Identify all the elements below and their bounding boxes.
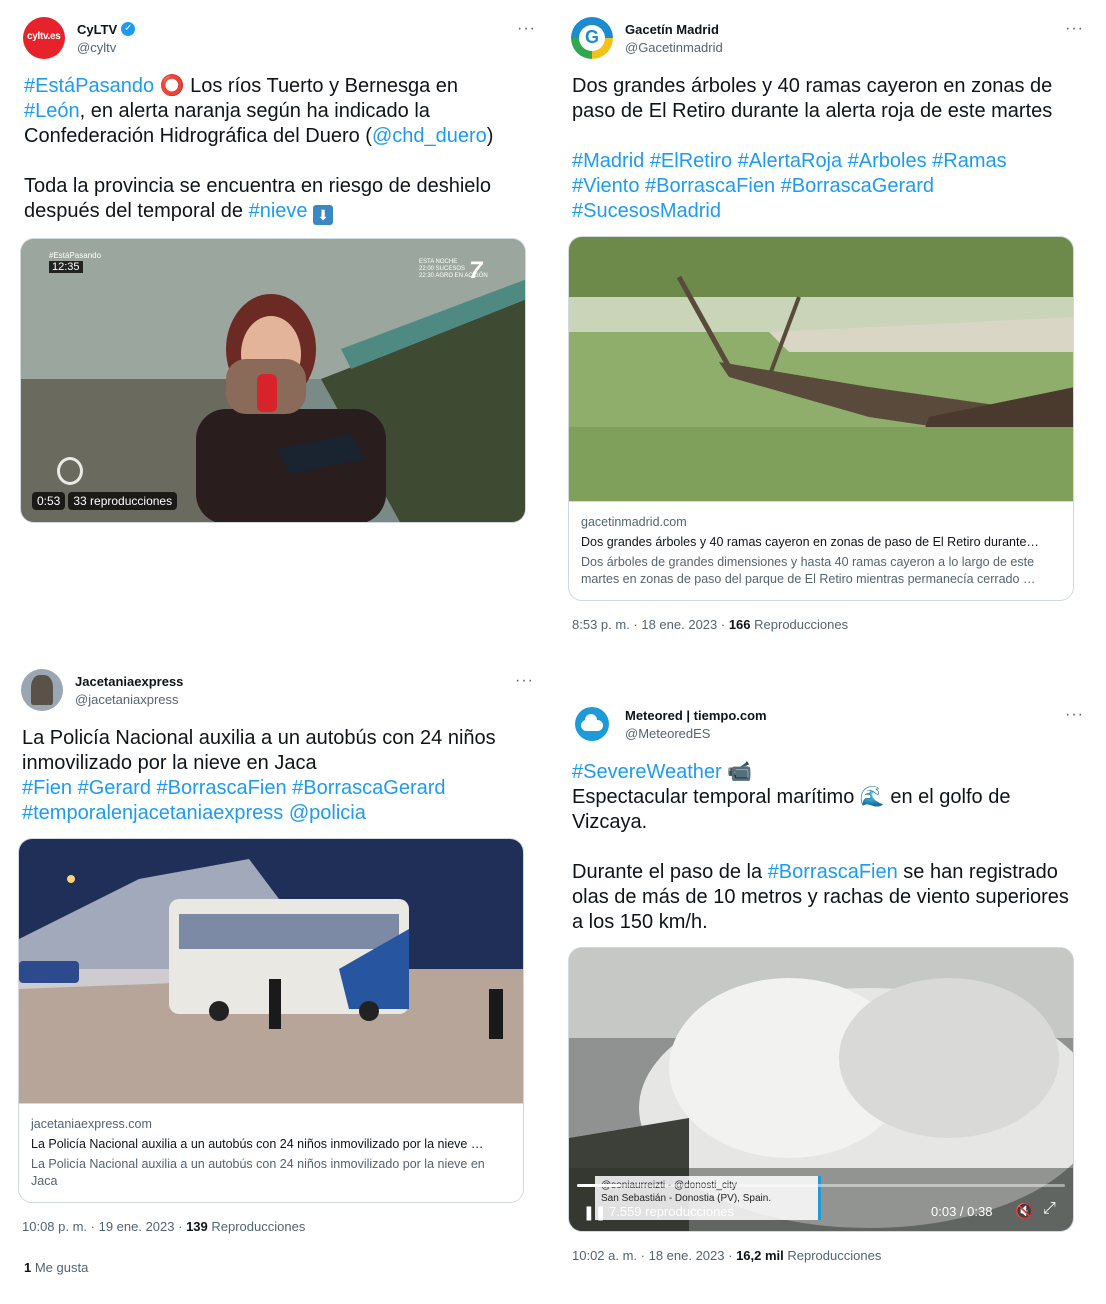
views-label: Reproducciones bbox=[750, 617, 849, 632]
timestamp[interactable]: 8:53 p. m. · 18 ene. 2023 · bbox=[572, 617, 729, 632]
tweet-text: #SevereWeather 📹 Espectacular temporal m… bbox=[568, 760, 1088, 935]
fullscreen-icon[interactable]: ⤢ bbox=[1043, 1200, 1056, 1218]
tweet-text: Dos grandes árboles y 40 ramas cayeron e… bbox=[568, 74, 1088, 224]
tweet-meteored[interactable]: Meteored | tiempo.com @MeteoredES ··· #S… bbox=[568, 700, 1088, 1263]
views-count: 166 bbox=[728, 617, 751, 632]
video-duration: 0:53 bbox=[32, 492, 66, 510]
progress-fill bbox=[577, 1184, 621, 1187]
hashtag-link[interactable]: #Madrid #ElRetiro #AlertaRoja #Arboles #… bbox=[572, 150, 1007, 222]
views-count: 16,2 mil bbox=[736, 1248, 784, 1263]
avatar-logo-text: cyltv.es bbox=[27, 31, 61, 42]
hashtag-link[interactable]: #Fien #Gerard #BorrascaFien #BorrascaGer… bbox=[22, 777, 446, 824]
handle[interactable]: @jacetaniaxpress bbox=[75, 692, 183, 707]
card-image bbox=[569, 237, 1073, 501]
handle[interactable]: @Gacetinmadrid bbox=[625, 40, 723, 55]
tweet-meta: 10:08 p. m. · 19 ene. 2023 · 139 Reprodu… bbox=[18, 1219, 538, 1234]
tweet-meta: 10:02 a. m. · 18 ene. 2023 · 16,2 mil Re… bbox=[568, 1248, 1088, 1263]
video-player[interactable]: #EstáPasando 12:35 ESTA NOCHE 22:00 SUCE… bbox=[20, 238, 526, 523]
display-name[interactable]: Meteored | tiempo.com bbox=[625, 708, 767, 723]
timestamp[interactable]: 10:08 p. m. · 19 ene. 2023 · bbox=[22, 1219, 186, 1234]
hashtag-link[interactable]: #BorrascaFien bbox=[768, 861, 898, 883]
link-card[interactable]: gacetinmadrid.com Dos grandes árboles y … bbox=[568, 236, 1074, 601]
video-views: 7.559 reproducciones bbox=[609, 1204, 735, 1219]
avatar-gacetin[interactable]: G bbox=[571, 17, 613, 59]
mute-icon[interactable]: 🔇 bbox=[1015, 1202, 1034, 1220]
current-time: 0:03 bbox=[931, 1204, 957, 1219]
card-description: La Policía Nacional auxilia a un autobús… bbox=[31, 1157, 485, 1188]
display-name[interactable]: Gacetín Madrid bbox=[625, 22, 719, 37]
tweet-text-segment: La Policía Nacional auxilia a un autobús… bbox=[22, 727, 496, 774]
likes-label: Me gusta bbox=[31, 1260, 89, 1275]
tweet-text: #EstáPasando ⭕ Los ríos Tuerto y Bernesg… bbox=[20, 74, 540, 225]
tweet-text: La Policía Nacional auxilia a un autobús… bbox=[18, 726, 538, 826]
tweet-text-segment: Dos grandes árboles y 40 ramas cayeron e… bbox=[572, 75, 1053, 122]
hashtag-link[interactable]: #León bbox=[24, 100, 80, 122]
tweet-text-segment: , en alerta naranja según ha indicado la… bbox=[24, 100, 430, 147]
verified-badge-icon: ✓ bbox=[121, 22, 136, 36]
display-name[interactable]: CyLTV bbox=[77, 22, 117, 37]
hashtag-link[interactable]: #EstáPasando bbox=[24, 75, 154, 97]
video-frame bbox=[21, 239, 525, 522]
video-time: 0:03 / 0:38 bbox=[931, 1204, 993, 1219]
handle[interactable]: @cyltv bbox=[77, 40, 135, 55]
more-options-icon[interactable]: ··· bbox=[1065, 20, 1084, 38]
hashtag-link[interactable]: #nieve bbox=[249, 200, 308, 222]
video-watermark-icon bbox=[57, 457, 83, 485]
avatar-photo bbox=[31, 675, 53, 705]
card-description: Dos árboles de grandes dimensiones y has… bbox=[581, 555, 1036, 586]
views-label: Reproducciones bbox=[783, 1248, 882, 1263]
arrow-down-icon: ⬇ bbox=[313, 205, 334, 225]
views-label: Reproducciones bbox=[207, 1219, 306, 1234]
channel-logo: 7 bbox=[469, 257, 483, 284]
card-title: Dos grandes árboles y 40 ramas cayeron e… bbox=[581, 535, 1039, 549]
handle[interactable]: @MeteoredES bbox=[625, 726, 767, 741]
video-player[interactable]: @soniaurreizti - @donosti_city San Sebas… bbox=[568, 947, 1074, 1232]
overlay-tag: #EstáPasando bbox=[49, 251, 102, 260]
tweet-jacetania[interactable]: Jacetaniaexpress @jacetaniaxpress ··· La… bbox=[18, 666, 538, 1275]
avatar-jacetania[interactable] bbox=[21, 669, 63, 711]
progress-track[interactable] bbox=[577, 1184, 1065, 1187]
more-options-icon[interactable]: ··· bbox=[1065, 706, 1084, 724]
hashtag-link[interactable]: @chd_duero bbox=[372, 125, 487, 147]
hashtag-link[interactable]: #SevereWeather bbox=[572, 761, 722, 783]
tweet-gacetin[interactable]: G Gacetín Madrid @Gacetinmadrid ··· Dos … bbox=[568, 14, 1088, 632]
likes-row[interactable]: 1 Me gusta bbox=[18, 1260, 538, 1275]
g-letter-icon: G bbox=[584, 27, 599, 47]
more-options-icon[interactable]: ··· bbox=[517, 20, 536, 38]
card-domain: jacetaniaexpress.com bbox=[31, 1117, 152, 1131]
tweet-meta: 8:53 p. m. · 18 ene. 2023 · 166 Reproduc… bbox=[568, 617, 1088, 632]
card-title: La Policía Nacional auxilia a un autobús… bbox=[31, 1137, 484, 1151]
display-name[interactable]: Jacetaniaexpress bbox=[75, 674, 183, 689]
more-options-icon[interactable]: ··· bbox=[515, 672, 534, 690]
tweet-cyltv[interactable]: cyltv.es CyLTV ✓ @cyltv ··· #EstáPasando… bbox=[20, 14, 540, 523]
video-views: 33 reproducciones bbox=[68, 492, 178, 510]
link-card[interactable]: jacetaniaexpress.com La Policía Nacional… bbox=[18, 838, 524, 1203]
timestamp[interactable]: 10:02 a. m. · 18 ene. 2023 · bbox=[572, 1248, 736, 1263]
views-count: 139 bbox=[186, 1219, 208, 1234]
pause-icon[interactable]: ❚❚ bbox=[583, 1204, 606, 1221]
total-time: 0:38 bbox=[967, 1204, 993, 1219]
card-image bbox=[19, 839, 523, 1103]
avatar-meteored[interactable] bbox=[571, 703, 613, 745]
card-domain: gacetinmadrid.com bbox=[581, 515, 687, 529]
overlay-time: 12:35 bbox=[49, 261, 83, 273]
avatar-cyltv[interactable]: cyltv.es bbox=[23, 17, 65, 59]
tweet-text-segment: ⭕ Los ríos Tuerto y Bernesga en bbox=[159, 75, 459, 97]
